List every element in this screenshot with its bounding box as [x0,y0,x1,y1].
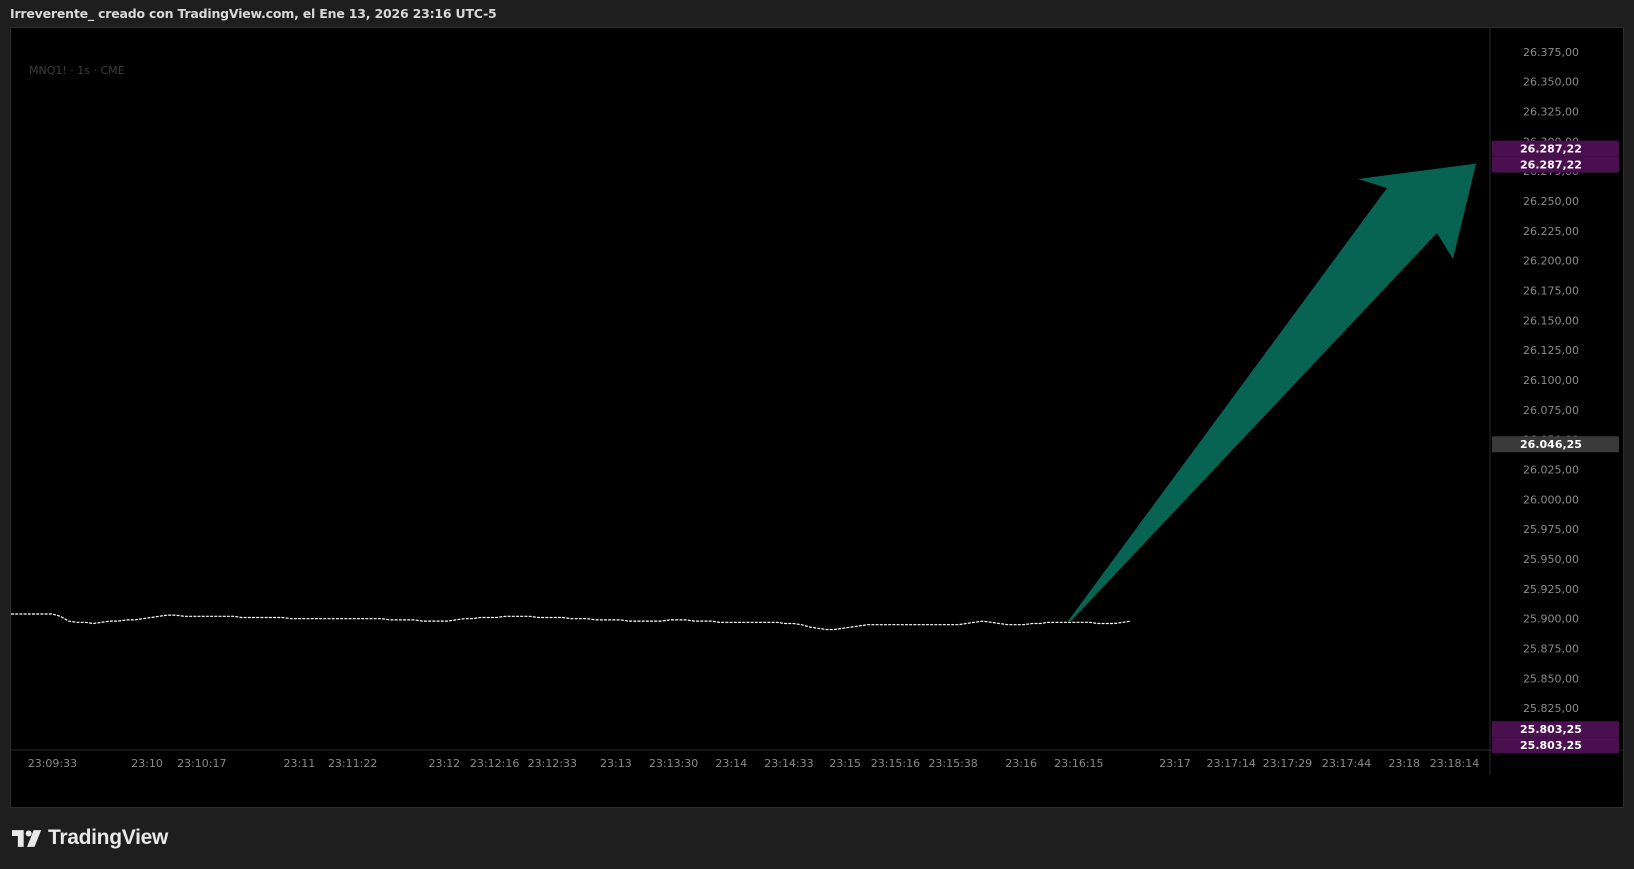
time-axis-tick-label: 23:13 [600,757,632,770]
price-axis-tick-label: 26.175,00 [1523,285,1579,298]
price-line-series[interactable] [11,613,1132,631]
price-badge-text: 26.046,25 [1520,438,1582,451]
time-axis-tick-label: 23:15 [829,757,861,770]
time-axis-tick-label: 23:15:38 [928,757,977,770]
time-axis-tick-label: 23:17:44 [1322,757,1371,770]
price-axis-tick-label: 26.025,00 [1523,464,1579,477]
chart-header-title: Irreverente_ creado con TradingView.com,… [10,6,497,21]
price-axis-tick-label: 26.200,00 [1523,255,1579,268]
price-axis-tick-label: 25.950,00 [1523,553,1579,566]
price-axis-tick-label: 25.825,00 [1523,702,1579,715]
drawing-layer[interactable] [1068,163,1476,622]
tradingview-logo-icon [12,829,42,847]
time-axis[interactable]: 23:09:33 23:10 23:10:17 23:11 23:11:22 23:12 2… [11,749,1623,770]
price-axis-tick-label: 25.850,00 [1523,672,1579,685]
price-axis-tick-label: 26.250,00 [1523,195,1579,208]
time-axis-tick-label: 23:12:16 [470,757,519,770]
price-badge-current: 26.046,25 [1492,436,1619,453]
price-axis-tick-label: 26.075,00 [1523,404,1579,417]
time-axis-tick-label: 23:09:33 [28,757,77,770]
tradingview-brand-text: TradingView [48,826,169,849]
price-axis-tick-label: 26.325,00 [1523,106,1579,119]
time-axis-tick-label: 23:11:22 [328,757,377,770]
price-badge-target: 25.803,25 [1492,737,1619,754]
price-axis-tick-label: 26.350,00 [1523,76,1579,89]
price-axis-tick-label: 26.150,00 [1523,314,1579,327]
price-axis-tick-label: 26.125,00 [1523,344,1579,357]
price-badge-text: 26.287,22 [1520,159,1582,172]
price-badge-text: 26.287,22 [1520,143,1582,156]
price-badge-text: 25.803,25 [1520,723,1582,736]
price-badge-target: 25.803,25 [1492,721,1619,738]
time-axis-tick-label: 23:16:15 [1054,757,1103,770]
time-axis-tick-label: 23:10:17 [177,757,226,770]
time-axis-tick-label: 23:16 [1005,757,1037,770]
time-axis-tick-label: 23:18 [1388,757,1420,770]
price-badge-text: 25.803,25 [1520,739,1582,752]
time-axis-tick-label: 23:17:29 [1263,757,1312,770]
price-badge-target: 26.287,22 [1492,156,1619,173]
price-badge-target: 26.287,22 [1492,140,1619,157]
symbol-legend: MNQ1! · 1s · CME [29,64,125,77]
price-axis-tick-label: 25.900,00 [1523,613,1579,626]
price-axis-tick-label: 26.375,00 [1523,46,1579,59]
time-axis-tick-label: 23:13:30 [649,757,698,770]
chart-area[interactable]: 26.375,0026.350,0026.325,0026.300,0026.2… [10,27,1624,808]
time-axis-tick-label: 23:17 [1159,757,1191,770]
price-axis-tick-label: 26.100,00 [1523,374,1579,387]
price-axis-tick-label: 25.975,00 [1523,523,1579,536]
time-axis-tick-label: 23:10 [131,757,163,770]
time-axis-tick-label: 23:18:14 [1430,757,1479,770]
price-axis-tick-label: 26.000,00 [1523,493,1579,506]
plot-area[interactable] [11,613,1132,631]
price-axis-tick-label: 25.875,00 [1523,643,1579,656]
time-axis-tick-label: 23:17:14 [1206,757,1255,770]
trend-arrow-drawing[interactable] [1068,163,1476,622]
time-axis-tick-label: 23:11 [284,757,316,770]
chart-svg[interactable]: 26.375,0026.350,0026.325,0026.300,0026.2… [11,28,1623,807]
time-axis-tick-label: 23:14:33 [764,757,813,770]
price-axis-tick-label: 26.225,00 [1523,225,1579,238]
price-axis-tick-label: 25.925,00 [1523,583,1579,596]
time-axis-tick-label: 23:15:16 [871,757,920,770]
tradingview-logo[interactable]: TradingView [12,826,168,850]
time-axis-tick-label: 23:14 [715,757,747,770]
time-axis-tick-label: 23:12 [428,757,460,770]
price-axis[interactable]: 26.375,0026.350,0026.325,0026.300,0026.2… [1489,28,1579,775]
time-axis-tick-label: 23:12:33 [528,757,577,770]
